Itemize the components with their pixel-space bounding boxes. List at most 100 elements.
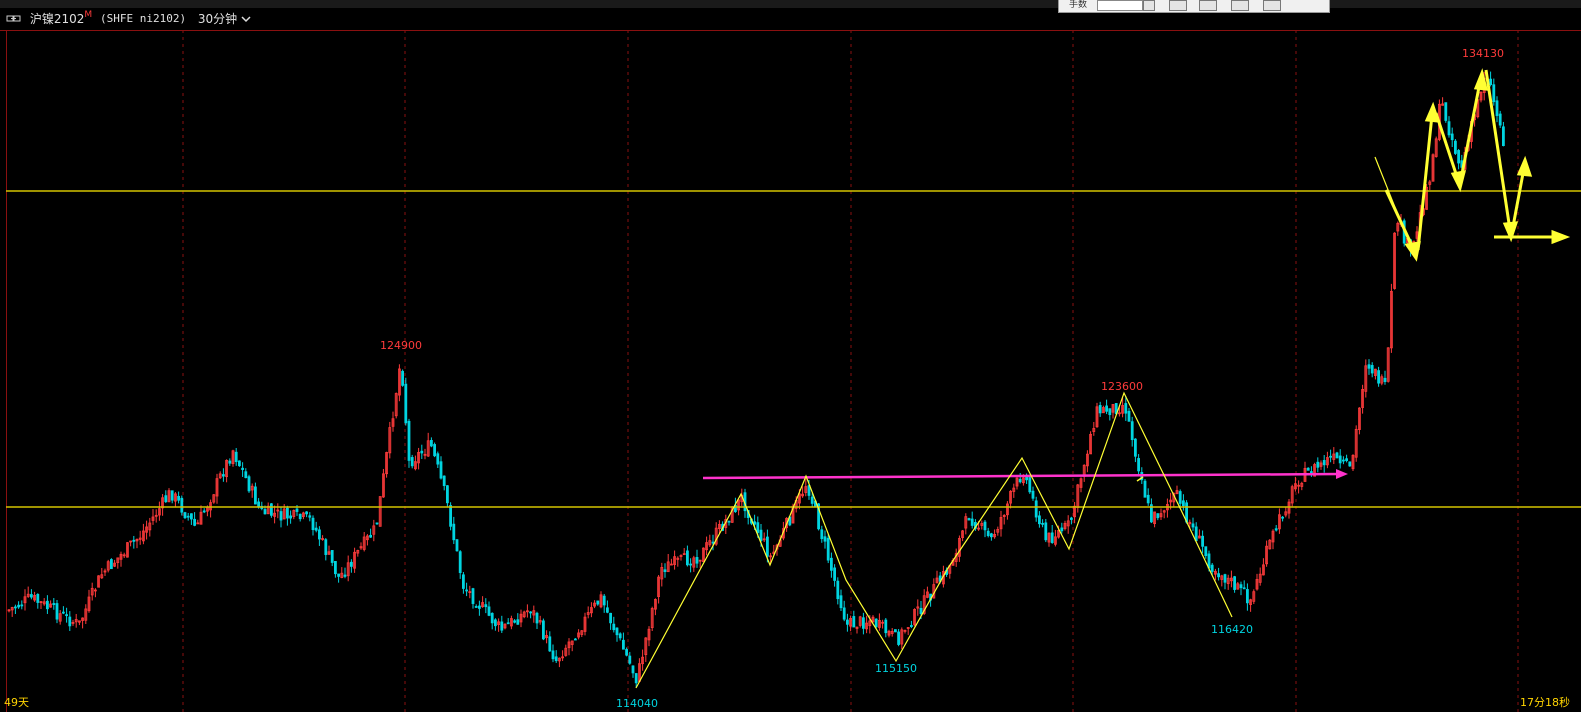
candle-body [1143, 480, 1147, 498]
zigzag-line[interactable] [635, 391, 1233, 689]
candle-body [1146, 494, 1150, 504]
candle-body [967, 518, 971, 521]
candle-body [1342, 459, 1345, 462]
candle-body [1281, 516, 1284, 519]
vertical-grid [182, 30, 1519, 712]
candle-body [1492, 84, 1496, 103]
symbol-code: (SHFE ni2102) [99, 12, 187, 25]
candle-body [1194, 526, 1198, 542]
candle-body [1207, 553, 1211, 569]
candle-body [1156, 513, 1160, 519]
candle-body [1447, 121, 1451, 136]
candle-body [542, 620, 545, 640]
candle-body [826, 537, 830, 561]
days-counter: 49天 [4, 696, 29, 709]
candle-body [1044, 522, 1048, 541]
candle-body [1495, 100, 1499, 116]
candle-body [317, 529, 321, 540]
candle-body [487, 606, 491, 616]
candle-body [407, 420, 411, 461]
countdown-timer: 17分18秒 [1520, 696, 1570, 709]
candle-body [189, 513, 193, 520]
candle-body [13, 606, 17, 609]
candle-body [401, 370, 405, 386]
candle-body [609, 612, 612, 624]
candle-body [298, 513, 302, 520]
candle-body [1444, 102, 1448, 121]
candle-body [1018, 478, 1022, 483]
pink-trend-line[interactable] [702, 472, 1341, 480]
candle-body [343, 574, 347, 577]
symbol-flag: M [84, 10, 93, 20]
candle-body [420, 450, 424, 454]
candle-body [727, 520, 731, 523]
candle-body [1335, 452, 1339, 459]
candle-body [548, 636, 552, 652]
candle-body [445, 485, 449, 504]
candle-body [68, 616, 72, 627]
candle-body [333, 561, 337, 575]
candle-body [823, 536, 827, 542]
candle-body [628, 655, 632, 664]
candle-body [36, 594, 40, 603]
toolbar-button-1[interactable] [1169, 0, 1187, 11]
candle-body [1041, 522, 1044, 525]
candlestick-chart[interactable]: 124900 123600 134130 114040 115150 11642… [0, 30, 1581, 712]
candle-body [1137, 458, 1140, 472]
candle-body [404, 383, 408, 424]
toolbar-button-2[interactable] [1199, 0, 1217, 11]
candle-body [436, 453, 440, 465]
trade-toolbar: 手数 [1058, 0, 1330, 13]
candle-body [295, 508, 299, 512]
candle-body [686, 550, 689, 566]
candle-body [1348, 461, 1352, 467]
quantity-input[interactable] [1097, 0, 1143, 11]
candle-body [894, 629, 897, 633]
candle-body [1450, 133, 1454, 141]
candle-body [1370, 365, 1374, 374]
candle-body [170, 490, 174, 501]
candle-body [1242, 587, 1246, 590]
candle-body [1383, 377, 1387, 382]
chevron-down-icon [241, 16, 251, 23]
candle-body [554, 656, 558, 662]
candle-body [289, 515, 293, 519]
candle-body [833, 567, 836, 581]
candle-body [1329, 455, 1332, 458]
candle-body [62, 611, 65, 614]
candle-body [477, 605, 481, 609]
candle-body [1038, 515, 1041, 525]
candle-body [247, 476, 251, 492]
candle-body [1246, 589, 1249, 604]
candle-body [452, 523, 456, 541]
candle-body [1454, 140, 1457, 154]
toolbar-button-3[interactable] [1231, 0, 1249, 11]
candle-body [1182, 500, 1185, 507]
candle-body [164, 495, 168, 503]
candle-body [234, 451, 238, 463]
candle-body [465, 589, 469, 592]
label-high-1: 124900 [380, 339, 422, 352]
candle-body [830, 557, 833, 571]
yellow-arrows [1136, 68, 1571, 482]
candle-body [1502, 126, 1505, 147]
candle-body [1457, 150, 1460, 164]
candle-body [615, 627, 619, 636]
candle-body [17, 604, 21, 608]
candle-body [574, 638, 577, 641]
label-high-2: 123600 [1101, 380, 1143, 393]
symbol-name: 沪镍2102 [29, 12, 85, 26]
quantity-stepper[interactable] [1143, 0, 1155, 11]
toolbar-button-4[interactable] [1263, 0, 1281, 11]
candle-body [596, 600, 600, 605]
candle-body [711, 541, 715, 544]
candle-body [269, 503, 273, 516]
toolbar-button-5[interactable] [1293, 0, 1315, 9]
label-low-2: 115150 [875, 662, 917, 675]
candle-body [474, 606, 478, 608]
candle-body [1233, 576, 1236, 590]
candle-body [612, 623, 616, 631]
candle-body [433, 444, 437, 457]
candle-body [756, 522, 760, 533]
candle-body [535, 612, 539, 624]
